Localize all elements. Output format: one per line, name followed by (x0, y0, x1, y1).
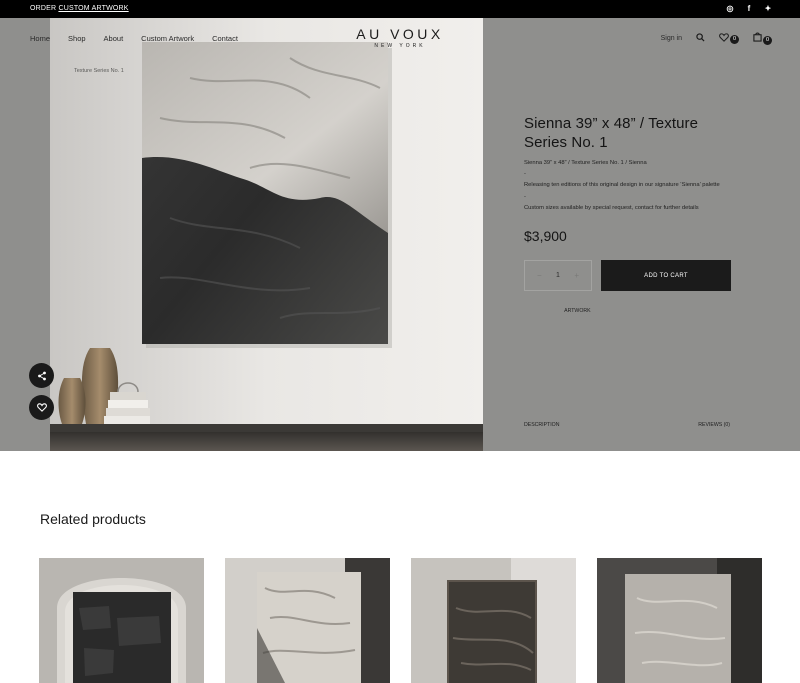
related-product-card[interactable] (39, 558, 204, 683)
product-hero: Home Shop About Custom Artwork Contact A… (0, 18, 800, 451)
product-meta: ARTWORK (524, 308, 734, 314)
related-product-card[interactable] (411, 558, 576, 683)
nav-custom-artwork[interactable]: Custom Artwork (141, 34, 194, 43)
nav-about[interactable]: About (104, 34, 124, 43)
product-summary: Sienna 39” x 48” / Texture Series No. 1 … (524, 114, 734, 314)
wishlist-button[interactable]: 0 (719, 32, 739, 45)
desc-line: Sienna 39” x 48” / Texture Series No. 1 … (524, 160, 647, 166)
main-nav: Home Shop About Custom Artwork Contact A… (0, 18, 800, 62)
share-button[interactable] (29, 363, 54, 388)
desc-line: - (524, 193, 526, 200)
header-actions: Sign in 0 0 (661, 32, 772, 45)
quantity-decrease-button[interactable]: − (537, 271, 542, 280)
promo-prefix: ORDER (30, 5, 57, 12)
related-product-image (597, 558, 762, 683)
search-icon[interactable] (696, 33, 705, 44)
quantity-increase-button[interactable]: + (574, 271, 579, 280)
twitter-icon[interactable]: ✦ (764, 3, 772, 14)
tab-description[interactable]: DESCRIPTION (524, 422, 559, 428)
related-product-image (225, 558, 390, 683)
nav-home[interactable]: Home (30, 34, 50, 43)
product-short-description: Sienna 39” x 48” / Texture Series No. 1 … (524, 158, 734, 214)
product-image[interactable] (50, 18, 483, 451)
heart-icon (36, 403, 47, 412)
announcement-bar: ORDER CUSTOM ARTWORK ◎ f ✦ (0, 0, 800, 18)
instagram-icon[interactable]: ◎ (726, 3, 734, 14)
related-product-card[interactable] (597, 558, 762, 683)
product-price: $3,900 (524, 228, 567, 245)
breadcrumb-current: Texture Series No. 1 (74, 68, 124, 74)
related-product-image (39, 558, 204, 683)
heart-icon (719, 32, 729, 42)
breadcrumb: Texture Series No. 1 (30, 68, 124, 74)
promo-text: ORDER CUSTOM ARTWORK (30, 5, 129, 12)
logo-main: AU VOUX (356, 26, 444, 42)
quantity-input[interactable]: 1 (556, 272, 560, 279)
tab-reviews[interactable]: REVIEWS (0) (698, 422, 730, 428)
cart-count-badge: 0 (763, 35, 772, 45)
category-link[interactable]: ARTWORK (564, 308, 590, 314)
desc-line: Custom sizes available by special reques… (524, 204, 699, 211)
share-icon (37, 371, 46, 380)
nav-contact[interactable]: Contact (212, 34, 238, 43)
wishlist-add-button[interactable] (29, 395, 54, 420)
related-products-list (39, 558, 762, 683)
wishlist-count-badge: 0 (730, 35, 739, 45)
signin-link[interactable]: Sign in (661, 35, 682, 42)
product-artwork-photo (50, 18, 483, 451)
desc-line: - (524, 171, 526, 178)
site-logo[interactable]: AU VOUX NEW YORK (350, 26, 450, 49)
product-title: Sienna 39” x 48” / Texture Series No. 1 (524, 115, 699, 151)
desc-line: Releasing ten editions of this original … (524, 182, 720, 189)
add-to-cart-form: − 1 + ADD TO CART (524, 260, 734, 292)
related-products-heading: Related products (40, 511, 146, 527)
bag-icon (753, 32, 762, 42)
related-product-card[interactable] (225, 558, 390, 683)
related-product-image (411, 558, 576, 683)
add-to-cart-button[interactable]: ADD TO CART (601, 260, 731, 292)
cart-button[interactable]: 0 (753, 32, 772, 45)
custom-artwork-link[interactable]: CUSTOM ARTWORK (58, 5, 128, 12)
facebook-icon[interactable]: f (745, 3, 753, 14)
quantity-stepper[interactable]: − 1 + (524, 260, 592, 292)
nav-shop[interactable]: Shop (68, 34, 86, 43)
nav-links: Home Shop About Custom Artwork Contact (30, 34, 238, 43)
logo-sub: NEW YORK (374, 43, 426, 49)
social-links: ◎ f ✦ (726, 3, 772, 14)
product-tabs: DESCRIPTION REVIEWS (0) (524, 422, 730, 428)
